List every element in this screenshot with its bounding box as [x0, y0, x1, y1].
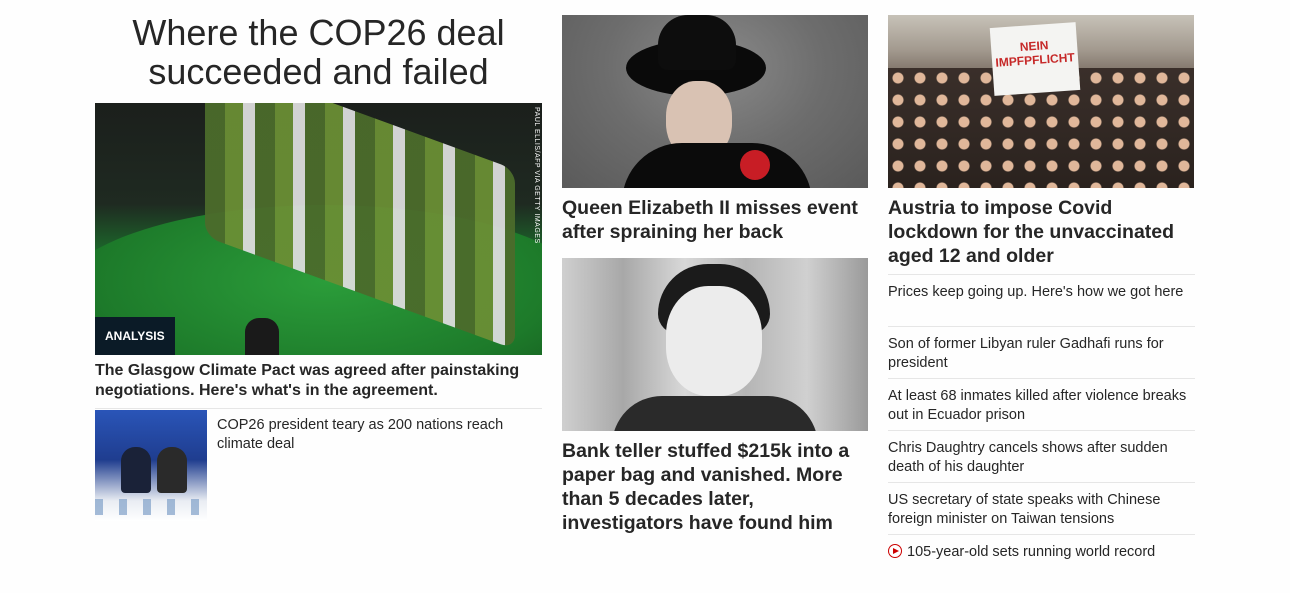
play-circle-icon [888, 544, 902, 558]
list-item[interactable]: Chris Daughtry cancels shows after sudde… [888, 430, 1195, 482]
list-item[interactable]: 105-year-old sets running world record [888, 534, 1195, 564]
analysis-badge: ANALYSIS [95, 317, 175, 355]
list-item[interactable]: At least 68 inmates killed after violenc… [888, 378, 1195, 430]
video-item-link[interactable]: 105-year-old sets running world record [888, 535, 1195, 562]
hero-caption-link[interactable]: The Glasgow Climate Pact was agreed afte… [95, 361, 542, 401]
queen-headline-link[interactable]: Queen Elizabeth II misses event after sp… [562, 196, 868, 244]
list-item-link[interactable]: US secretary of state speaks with Chines… [888, 483, 1195, 529]
headline-list: Prices keep going up. Here's how we got … [888, 274, 1195, 564]
protest-sign: NEIN IMPFPFLICHT [989, 22, 1081, 96]
divider [95, 408, 542, 409]
hero-title[interactable]: Where the COP26 deal succeeded and faile… [95, 13, 542, 103]
video-item-label: 105-year-old sets running world record [907, 544, 1156, 560]
list-item-link[interactable]: Chris Daughtry cancels shows after sudde… [888, 431, 1195, 477]
list-item-link[interactable]: At least 68 inmates killed after violenc… [888, 379, 1195, 425]
list-item[interactable]: Son of former Libyan ruler Gadhafi runs … [888, 326, 1195, 378]
list-item-link[interactable]: Prices keep going up. Here's how we got … [888, 275, 1195, 302]
lead-story-column: Where the COP26 deal succeeded and faile… [95, 0, 542, 521]
related-story[interactable]: COP26 president teary as 200 nations rea… [95, 410, 542, 522]
list-item[interactable]: Prices keep going up. Here's how we got … [888, 274, 1195, 326]
protest-image[interactable]: NEIN IMPFPFLICHT [888, 15, 1194, 188]
queen-image[interactable] [562, 15, 868, 188]
hero-image[interactable]: PAUL ELLIS/AFP VIA GETTY IMAGES ANALYSIS [95, 103, 542, 355]
image-credit: PAUL ELLIS/AFP VIA GETTY IMAGES [533, 107, 540, 244]
related-story-link[interactable]: COP26 president teary as 200 nations rea… [217, 416, 537, 454]
bank-teller-image[interactable] [562, 258, 868, 431]
list-item[interactable]: US secretary of state speaks with Chines… [888, 482, 1195, 534]
austria-headline-link[interactable]: Austria to impose Covid lockdown for the… [888, 196, 1195, 268]
related-story-thumbnail[interactable] [95, 410, 207, 521]
bank-teller-headline-link[interactable]: Bank teller stuffed $215k into a paper b… [562, 439, 868, 535]
list-item-link[interactable]: Son of former Libyan ruler Gadhafi runs … [888, 327, 1195, 373]
